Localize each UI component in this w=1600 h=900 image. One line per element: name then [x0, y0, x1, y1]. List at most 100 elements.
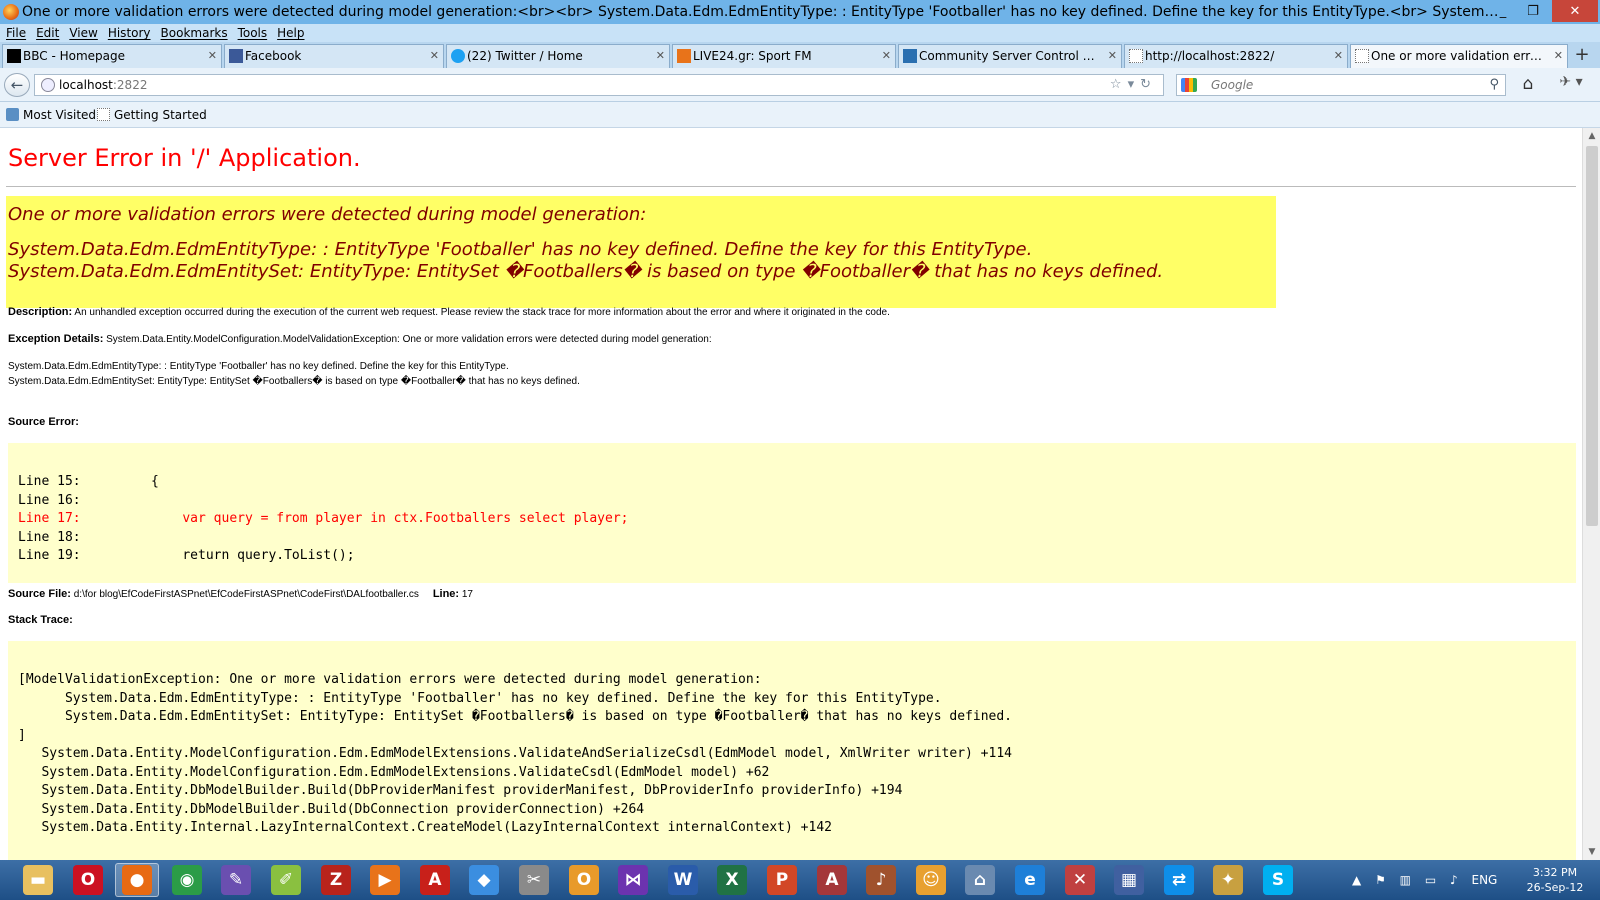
tab-close-icon[interactable]: ✕ — [430, 45, 439, 67]
taskbar: ▬ O ● ◉ ✎ ✐ Z ▶ A ◆ ✂ O ⋈ W X P A ♪ ☺ ⌂ e ✕ ▦ ⇄ ✦ S ▲ ⚑ ▥ ▭ ♪ ENG… — [0, 860, 1600, 900]
close-button[interactable]: ✕ — [1552, 0, 1598, 22]
addon-icon[interactable]: ✈ ▾ — [1548, 74, 1594, 96]
outlook-icon[interactable]: O — [562, 863, 606, 897]
search-input[interactable]: Google ⚲ — [1176, 74, 1506, 96]
navigation-bar: ← localhost:2822 ☆▾↻ Google ⚲ ⌂ ✈ ▾ — [0, 68, 1600, 102]
back-button[interactable]: ← — [4, 73, 30, 97]
minimize-button[interactable]: _ — [1488, 0, 1518, 22]
notepad-icon[interactable]: ✐ — [264, 863, 308, 897]
menu-bar: File Edit View History Bookmarks Tools Help — [0, 24, 1600, 42]
system-tray: ▲ ⚑ ▥ ▭ ♪ ENG — [1352, 860, 1507, 900]
tab-label: http://localhost:2822/ — [1145, 49, 1275, 63]
guitar-icon[interactable]: ♪ — [859, 863, 903, 897]
reload-icon[interactable]: ↻ — [1140, 77, 1157, 92]
teamviewer-icon[interactable]: ⇄ — [1157, 863, 1201, 897]
vertical-scrollbar[interactable]: ▲ ▼ — [1582, 128, 1600, 860]
palette-icon[interactable]: ☺ — [909, 863, 953, 897]
visual-studio-icon[interactable]: ⋈ — [611, 863, 655, 897]
tab-close-icon[interactable]: ✕ — [208, 45, 217, 67]
filezilla-icon[interactable]: Z — [314, 863, 358, 897]
tab-close-icon[interactable]: ✕ — [1554, 45, 1563, 67]
menu-view[interactable]: View — [63, 24, 101, 42]
tab-close-icon[interactable]: ✕ — [1334, 45, 1343, 67]
clock-date: 26-Sep-12 — [1526, 881, 1584, 894]
media-player-icon[interactable]: ▶ — [363, 863, 407, 897]
flag-icon[interactable]: ⚑ — [1375, 860, 1386, 900]
menu-tools[interactable]: Tools — [232, 24, 272, 42]
tab-twitter[interactable]: (22) Twitter / Home ✕ — [446, 44, 670, 68]
teamviewer-glyph: ⇄ — [1164, 865, 1194, 895]
menu-history[interactable]: History — [102, 24, 155, 42]
exception-label: Exception Details: — [8, 333, 104, 345]
error-summary: One or more validation errors were detec… — [6, 196, 1276, 308]
network-icon[interactable]: ⌂ — [958, 863, 1002, 897]
firefox-icon[interactable] — [3, 4, 19, 20]
chrome-icon[interactable]: ◉ — [165, 863, 209, 897]
tab-bbc[interactable]: BBC - Homepage ✕ — [2, 44, 222, 68]
tray-expand-icon[interactable]: ▲ — [1352, 860, 1361, 900]
url-port: :2822 — [112, 78, 148, 92]
search-icon[interactable]: ⚲ — [1489, 75, 1499, 95]
firefox-icon[interactable]: ● — [115, 863, 159, 897]
opera-icon[interactable]: O — [66, 863, 110, 897]
tab-close-icon[interactable]: ✕ — [656, 45, 665, 67]
bookmark-getting-started[interactable]: Getting Started — [95, 102, 207, 128]
menu-bookmarks[interactable]: Bookmarks — [155, 24, 232, 42]
clock[interactable]: 3:32 PM 26-Sep-12 — [1512, 865, 1598, 895]
scroll-up-icon[interactable]: ▲ — [1583, 128, 1600, 144]
visual-studio-glyph: ⋈ — [618, 865, 648, 895]
acrobat-icon[interactable]: A — [413, 863, 457, 897]
network-status-icon[interactable]: ▥ — [1400, 860, 1411, 900]
ie-icon[interactable]: e — [1008, 863, 1052, 897]
scrollbar-thumb[interactable] — [1586, 146, 1598, 526]
powerpoint-icon[interactable]: P — [760, 863, 804, 897]
stack-line: System.Data.Entity.ModelConfiguration.Ed… — [18, 764, 770, 780]
settings-glyph: ✦ — [1213, 865, 1243, 895]
globe-icon[interactable] — [41, 78, 55, 92]
settings-icon[interactable]: ✦ — [1206, 863, 1250, 897]
tab-live24[interactable]: LIVE24.gr: Sport FM ✕ — [672, 44, 896, 68]
skype-icon[interactable]: S — [1256, 863, 1300, 897]
google-icon[interactable] — [1181, 78, 1197, 92]
menu-file[interactable]: File — [0, 24, 30, 42]
title-bar: One or more validation errors were detec… — [0, 0, 1600, 24]
rss-icon — [677, 49, 691, 63]
explorer-icon[interactable]: ▬ — [16, 863, 60, 897]
dropdown-icon[interactable]: ▾ — [1128, 77, 1141, 92]
tab-label: (22) Twitter / Home — [467, 49, 583, 63]
new-tab-button[interactable]: + — [1570, 46, 1594, 66]
network-glyph: ⌂ — [965, 865, 995, 895]
tab-localhost[interactable]: http://localhost:2822/ ✕ — [1124, 44, 1348, 68]
excel-icon[interactable]: X — [710, 863, 754, 897]
volume-icon[interactable]: ♪ — [1450, 860, 1458, 900]
home-icon[interactable]: ⌂ — [1516, 74, 1540, 96]
stack-line: System.Data.Entity.DbModelBuilder.Build(… — [18, 801, 645, 817]
menu-edit[interactable]: Edit — [30, 24, 63, 42]
menu-help[interactable]: Help — [271, 24, 308, 42]
tab-facebook[interactable]: Facebook ✕ — [224, 44, 444, 68]
url-bar[interactable]: localhost:2822 ☆▾↻ — [34, 74, 1164, 96]
page-title: Server Error in '/' Application. — [8, 144, 361, 172]
exception-details: Exception Details: System.Data.Entity.Mo… — [8, 333, 712, 345]
ie-glyph: e — [1015, 865, 1045, 895]
paint-icon[interactable]: ✎ — [214, 863, 258, 897]
display-icon[interactable]: ▭ — [1425, 860, 1436, 900]
url-actions: ☆▾↻ — [1110, 75, 1157, 95]
presenter-icon[interactable]: ▦ — [1107, 863, 1151, 897]
tab-error-page[interactable]: One or more validation errors w... ✕ — [1350, 44, 1568, 68]
language-indicator[interactable]: ENG — [1472, 860, 1498, 900]
star-icon[interactable]: ☆ — [1110, 77, 1128, 92]
tab-community-server[interactable]: Community Server Control Panel ✕ — [898, 44, 1122, 68]
dropbox-icon[interactable]: ◆ — [462, 863, 506, 897]
snip-icon[interactable]: ✕ — [1058, 863, 1102, 897]
tab-close-icon[interactable]: ✕ — [882, 45, 891, 67]
blank-page-icon — [97, 108, 110, 121]
code-line: Line 15: { — [18, 474, 159, 489]
tab-close-icon[interactable]: ✕ — [1108, 45, 1117, 67]
tools-icon[interactable]: ✂ — [512, 863, 556, 897]
word-icon[interactable]: W — [661, 863, 705, 897]
bookmark-most-visited[interactable]: Most Visited — [4, 102, 96, 128]
access-icon[interactable]: A — [810, 863, 854, 897]
restore-button[interactable]: ❐ — [1518, 0, 1548, 22]
scroll-down-icon[interactable]: ▼ — [1583, 844, 1600, 860]
